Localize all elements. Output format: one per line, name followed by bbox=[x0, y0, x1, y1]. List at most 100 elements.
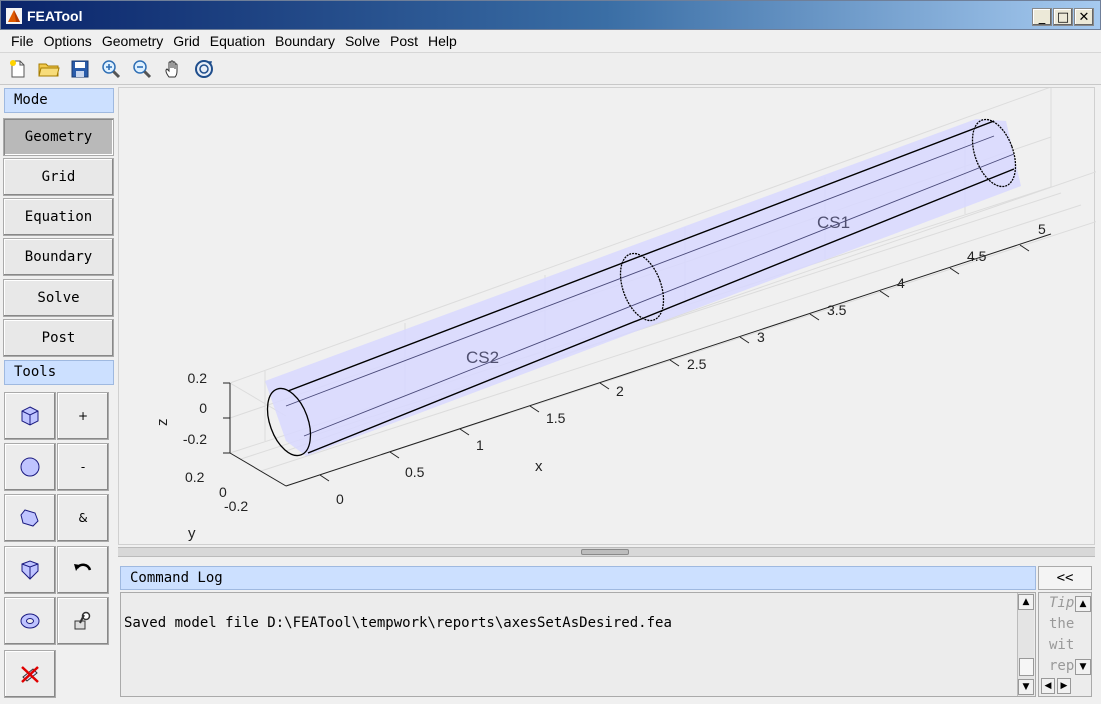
subdomain-label-cs2: CS2 bbox=[466, 348, 499, 367]
y-tick-labels: 0.2 0 -0.2 bbox=[185, 469, 248, 514]
add-cylinder-button[interactable] bbox=[4, 494, 56, 542]
mode-header: Mode bbox=[4, 88, 114, 113]
tips-scroll-right-arrow[interactable]: ▶ bbox=[1057, 678, 1071, 694]
x-tick-label: 3 bbox=[757, 329, 765, 345]
x-tick-label: 4 bbox=[897, 275, 905, 291]
save-icon bbox=[71, 60, 89, 78]
menu-grid[interactable]: Grid bbox=[168, 33, 204, 49]
maximize-button[interactable]: □ bbox=[1053, 8, 1073, 26]
intersect-button[interactable]: & bbox=[57, 494, 109, 542]
pan-hand-icon bbox=[165, 60, 178, 78]
undo-icon bbox=[74, 563, 92, 571]
union-button[interactable]: + bbox=[57, 392, 109, 440]
pan-button[interactable] bbox=[161, 57, 185, 81]
geometry-plot-canvas: CS1 CS2 0 0.5 1 1.5 2 2.5 3 3.5 4 4.5 5 … bbox=[154, 86, 1101, 542]
menu-boundary[interactable]: Boundary bbox=[270, 33, 340, 49]
menu-post[interactable]: Post bbox=[385, 33, 423, 49]
geometry-plot[interactable]: CS1 CS2 0 0.5 1 1.5 2 2.5 3 3.5 4 4.5 5 … bbox=[118, 86, 1101, 545]
zoom-in-button[interactable] bbox=[99, 57, 123, 81]
mode-equation-button[interactable]: Equation bbox=[3, 198, 114, 236]
menu-file[interactable]: File bbox=[6, 33, 39, 49]
x-tick-label: 3.5 bbox=[827, 302, 847, 318]
z-axis-label: z bbox=[154, 419, 171, 427]
zoom-in-icon bbox=[102, 60, 121, 79]
z-tick-label: -0.2 bbox=[183, 431, 207, 447]
z-tick-labels: 0.2 0 -0.2 bbox=[183, 370, 207, 447]
tip-line: rep bbox=[1049, 658, 1075, 674]
x-axis-label: x bbox=[535, 458, 543, 475]
command-log-header: Command Log bbox=[120, 566, 1036, 590]
tips-panel: Tip the wit rep ▲ ▼ ◀ ▶ bbox=[1038, 592, 1092, 697]
open-folder-icon bbox=[38, 63, 60, 77]
tips-scroll-up-arrow[interactable]: ▲ bbox=[1075, 596, 1091, 612]
scroll-thumb[interactable] bbox=[1019, 658, 1034, 676]
x-tick-label: 5 bbox=[1038, 221, 1046, 237]
menu-geometry[interactable]: Geometry bbox=[97, 33, 168, 49]
menu-bar: File Options Geometry Grid Equation Boun… bbox=[0, 30, 1101, 52]
title-bar: FEATool _ □ ✕ bbox=[0, 0, 1101, 30]
menu-equation[interactable]: Equation bbox=[205, 33, 270, 49]
minimize-button[interactable]: _ bbox=[1032, 8, 1052, 26]
zoom-out-button[interactable] bbox=[130, 57, 154, 81]
x-tick-label: 2 bbox=[616, 383, 624, 399]
scroll-up-arrow[interactable]: ▲ bbox=[1018, 594, 1034, 610]
add-cube-button[interactable] bbox=[4, 392, 56, 440]
x-tick-label: 4.5 bbox=[967, 248, 987, 264]
menu-help[interactable]: Help bbox=[423, 33, 462, 49]
circle-icon bbox=[20, 457, 40, 477]
cube-icon bbox=[21, 406, 39, 426]
y-axis-label: y bbox=[188, 525, 196, 542]
menu-solve[interactable]: Solve bbox=[340, 33, 385, 49]
tips-scroll-down-arrow[interactable]: ▼ bbox=[1075, 659, 1091, 675]
command-log-panel[interactable]: Saved model file D:\FEATool\tempwork\rep… bbox=[120, 592, 1036, 697]
new-file-button[interactable] bbox=[6, 57, 30, 81]
x-tick-label: 0 bbox=[336, 491, 344, 507]
delete-icon bbox=[21, 666, 39, 683]
box-3d-icon bbox=[21, 560, 39, 580]
torus-icon bbox=[20, 613, 40, 629]
app-logo-icon bbox=[6, 8, 22, 24]
new-file-icon bbox=[10, 60, 25, 78]
tip-line: the bbox=[1049, 616, 1075, 632]
rotate-3d-icon bbox=[195, 60, 213, 78]
z-tick-label: 0.2 bbox=[188, 370, 208, 386]
scroll-down-arrow[interactable]: ▼ bbox=[1018, 679, 1034, 695]
add-block-button[interactable] bbox=[4, 546, 56, 594]
delete-button[interactable] bbox=[4, 650, 56, 698]
subtract-button[interactable]: - bbox=[57, 443, 109, 491]
window-title: FEATool bbox=[27, 8, 83, 24]
splitter-handle[interactable] bbox=[581, 549, 629, 555]
mode-solve-button[interactable]: Solve bbox=[3, 279, 114, 317]
x-tick-label: 1 bbox=[476, 437, 484, 453]
rotate-3d-button[interactable] bbox=[192, 57, 216, 81]
open-file-button[interactable] bbox=[37, 57, 61, 81]
collapse-button[interactable]: << bbox=[1038, 566, 1092, 590]
mode-post-button[interactable]: Post bbox=[3, 319, 114, 357]
cylinder-geometry bbox=[265, 118, 1021, 457]
tip-line: Tip bbox=[1049, 595, 1075, 611]
y-tick-label: 0.2 bbox=[185, 469, 205, 485]
close-button[interactable]: ✕ bbox=[1074, 8, 1094, 26]
undo-button[interactable] bbox=[57, 546, 109, 594]
subdomain-label-cs1: CS1 bbox=[817, 213, 850, 232]
command-log-text: Saved model file D:\FEATool\tempwork\rep… bbox=[124, 615, 672, 631]
mode-geometry-button[interactable]: Geometry bbox=[3, 118, 114, 156]
add-torus-button[interactable] bbox=[4, 597, 56, 645]
mode-boundary-button[interactable]: Boundary bbox=[3, 238, 114, 276]
tip-line: wit bbox=[1049, 637, 1075, 653]
x-tick-label: 2.5 bbox=[687, 356, 707, 372]
polygon-icon bbox=[20, 509, 39, 527]
z-tick-label: 0 bbox=[199, 400, 207, 416]
add-sphere-button[interactable] bbox=[4, 443, 56, 491]
tools-header: Tools bbox=[4, 360, 114, 385]
x-tick-label: 0.5 bbox=[405, 464, 425, 480]
inspect-button[interactable] bbox=[57, 597, 109, 645]
tips-scroll-left-arrow[interactable]: ◀ bbox=[1041, 678, 1055, 694]
toolbar bbox=[0, 52, 1101, 85]
y-tick-label: -0.2 bbox=[224, 498, 248, 514]
save-button[interactable] bbox=[68, 57, 92, 81]
panel-splitter[interactable] bbox=[118, 547, 1095, 557]
mode-grid-button[interactable]: Grid bbox=[3, 158, 114, 196]
menu-options[interactable]: Options bbox=[39, 33, 97, 49]
command-log-scrollbar[interactable]: ▲ ▼ bbox=[1017, 593, 1034, 696]
